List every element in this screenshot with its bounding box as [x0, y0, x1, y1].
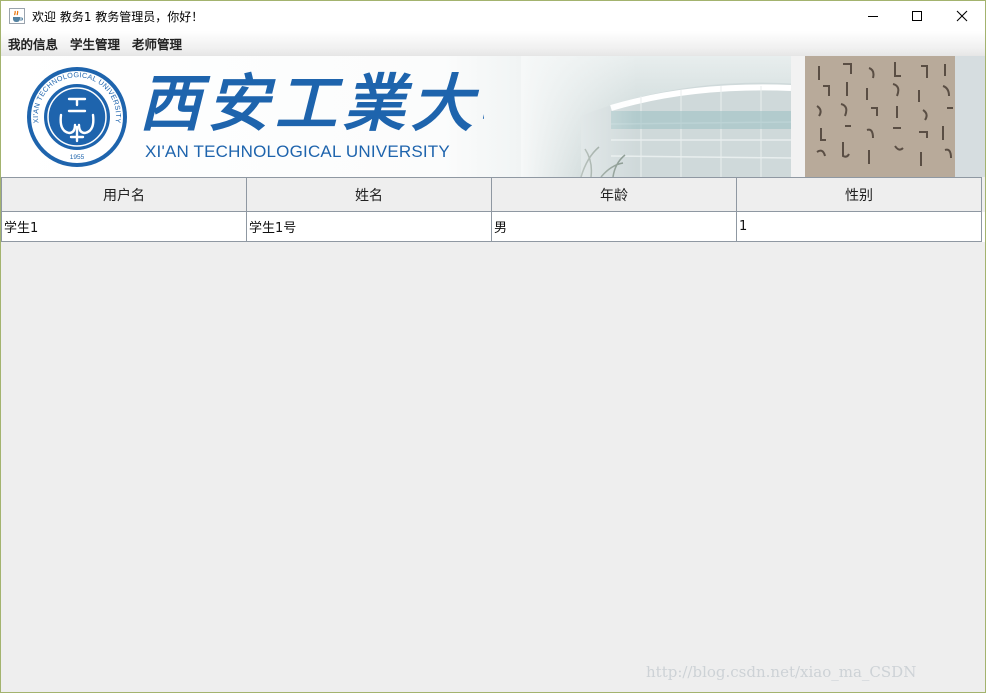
column-header-name[interactable]: 姓名: [246, 177, 491, 212]
maximize-button[interactable]: [894, 1, 940, 31]
minimize-icon: [868, 16, 878, 17]
university-english-name: XI'AN TECHNOLOGICAL UNIVERSITY: [145, 142, 450, 161]
table-cell[interactable]: 男: [491, 212, 736, 242]
minimize-button[interactable]: [850, 1, 896, 31]
menu-my-info[interactable]: 我的信息: [3, 34, 63, 53]
campus-photo: [521, 56, 985, 177]
student-table: 用户名 姓名 年龄 性别 学生1 学生1号 男 1: [1, 177, 985, 242]
close-icon: [956, 10, 968, 22]
column-header-age[interactable]: 年龄: [491, 177, 736, 212]
table-header: 用户名 姓名 年龄 性别: [1, 177, 985, 212]
maximize-icon: [912, 11, 922, 21]
window-title: 欢迎 教务1 教务管理员，你好！: [32, 10, 204, 24]
table-cell[interactable]: 1: [736, 212, 982, 242]
seal-year: 1955: [70, 154, 85, 161]
menu-bar: 我的信息 学生管理 老师管理: [1, 31, 985, 56]
university-chinese-name: 西安工業大學: [139, 67, 484, 140]
menu-student-management[interactable]: 学生管理: [65, 34, 125, 53]
table-cell[interactable]: 学生1: [1, 212, 246, 242]
title-bar[interactable]: 欢迎 教务1 教务管理员，你好！: [1, 1, 985, 31]
column-header-gender[interactable]: 性别: [736, 177, 982, 212]
column-header-username[interactable]: 用户名: [1, 177, 246, 212]
table-cell[interactable]: 学生1号: [246, 212, 491, 242]
menu-teacher-management[interactable]: 老师管理: [127, 34, 187, 53]
university-seal-icon: XI'AN TECHNOLOGICAL UNIVERSITY 1955: [27, 67, 127, 167]
watermark: http://blog.csdn.net/xiao_ma_CSDN: [646, 663, 917, 681]
close-button[interactable]: [939, 1, 985, 31]
java-cup-icon[interactable]: [9, 8, 25, 24]
university-banner: XI'AN TECHNOLOGICAL UNIVERSITY 1955 西安工業…: [1, 56, 985, 177]
main-window: 欢迎 教务1 教务管理员，你好！ 我的信息 学生管理 老师管理 XI'AN TE…: [0, 0, 986, 693]
table-row[interactable]: 学生1 学生1号 男 1: [1, 212, 985, 242]
